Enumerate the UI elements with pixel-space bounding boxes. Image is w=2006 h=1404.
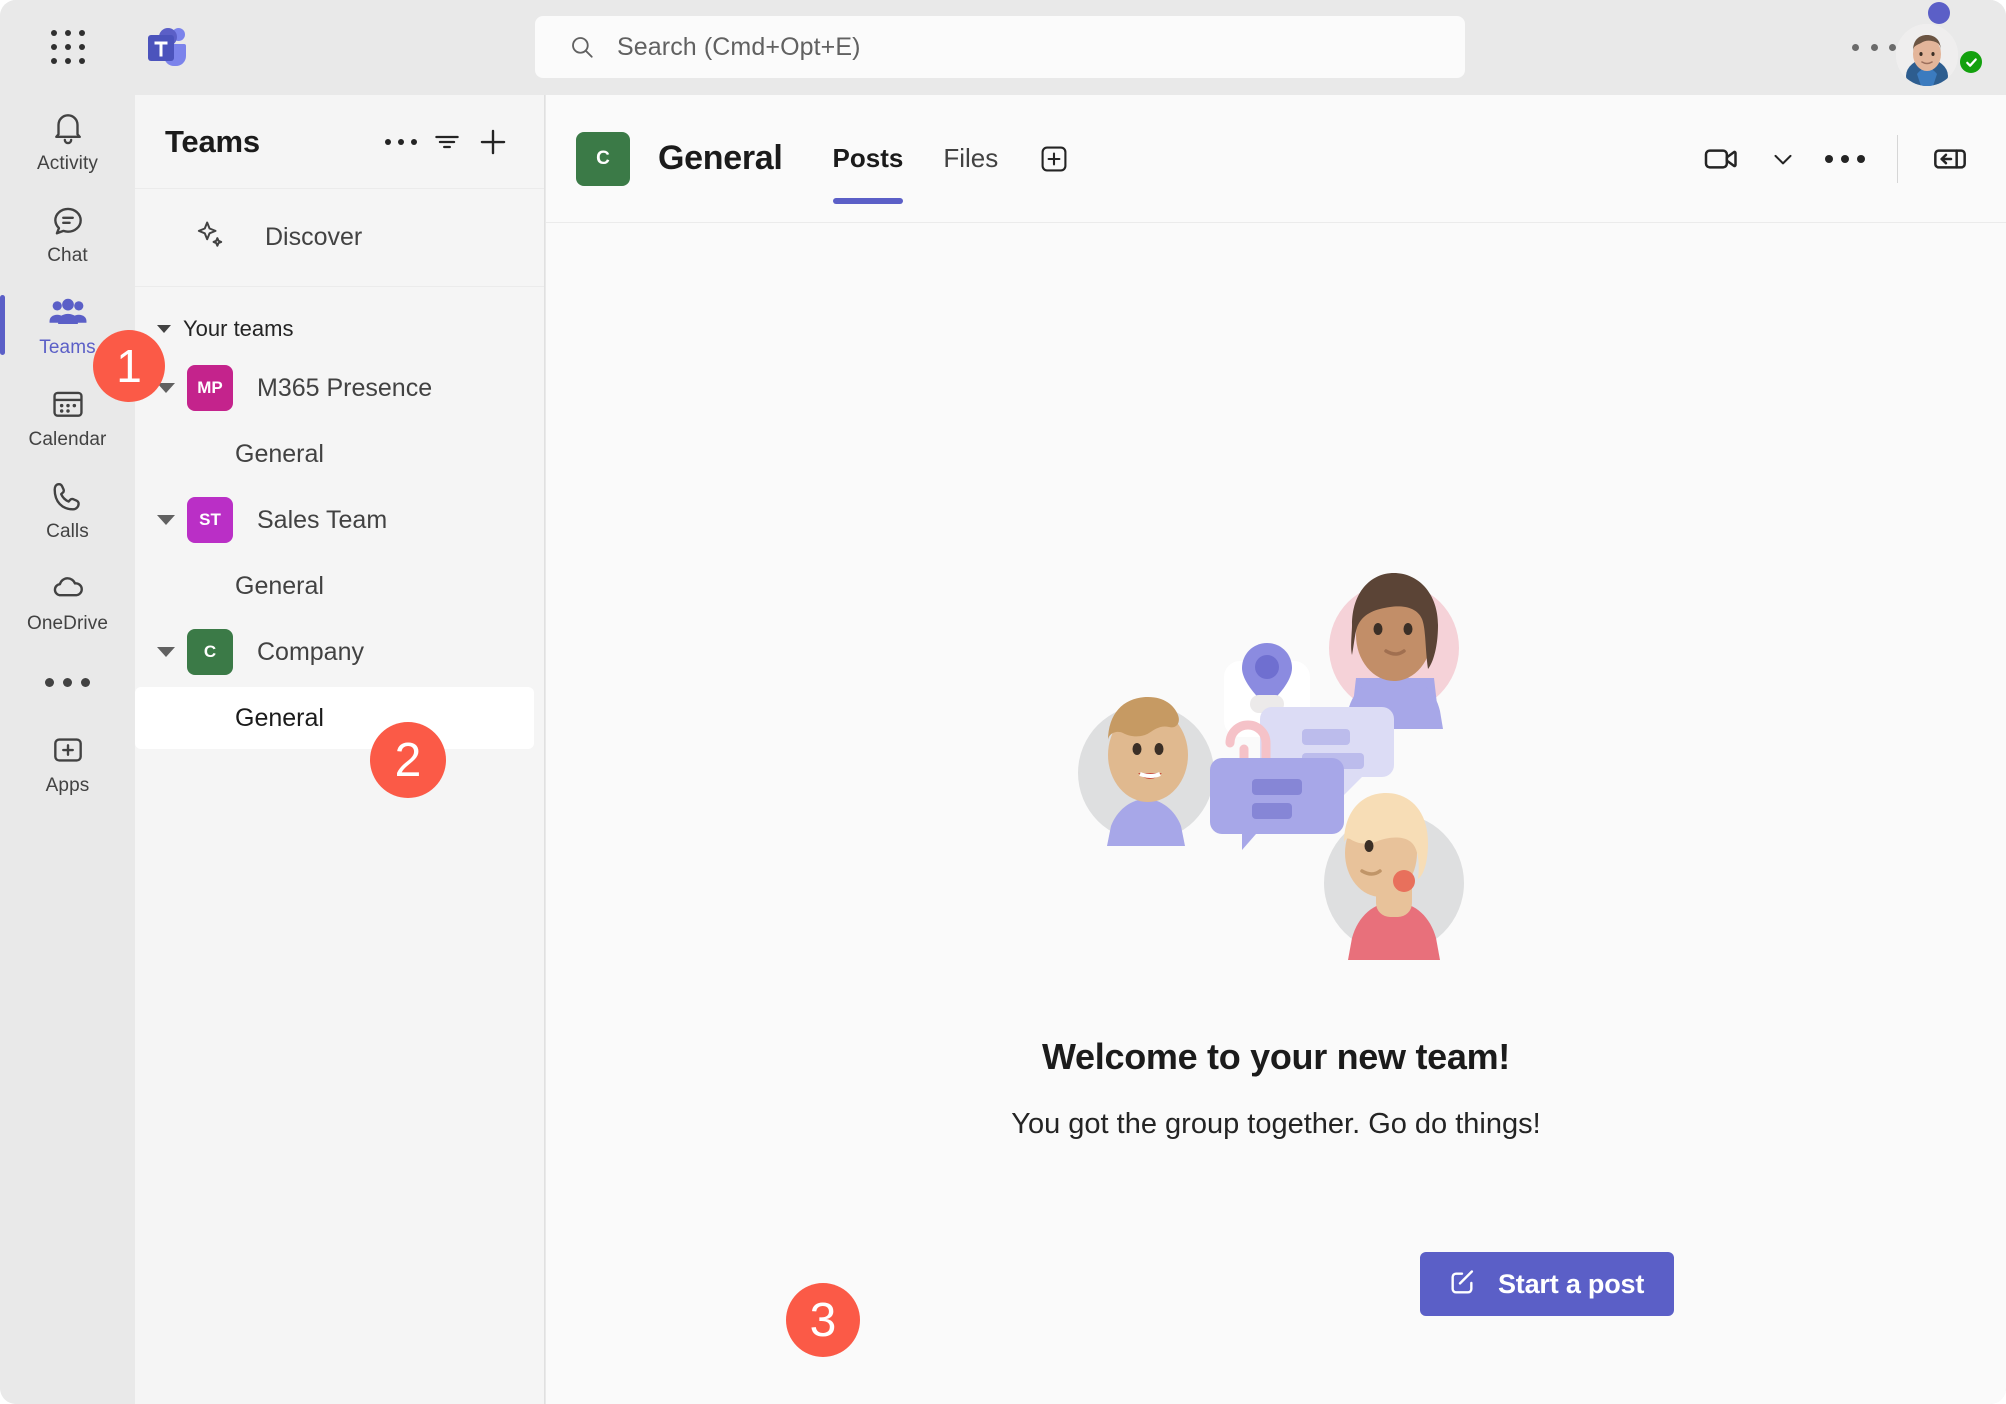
start-post-wrapper: Start a post [1420,1252,1675,1316]
page-title: Teams [165,123,260,159]
main-content: C General Posts Files Welcome to your ne… [546,95,2006,1404]
rail-item-apps[interactable]: Apps [0,717,135,809]
channel-title: General [658,139,783,177]
teams-panel-header: Teams [135,95,544,189]
channel-row[interactable]: General [135,423,534,485]
divider [1897,134,1898,183]
chevron-down-icon[interactable] [157,647,175,657]
sparkle-icon [193,218,227,257]
calendar-icon [49,384,87,424]
rail-item-calendar[interactable]: Calendar [0,371,135,463]
search-bar[interactable]: Search (Cmd+Opt+E) [535,16,1465,78]
team-avatar: C [576,131,630,186]
chevron-down-icon[interactable] [157,383,175,393]
channel-name: General [235,571,324,600]
rail-label-calls: Calls [46,520,89,542]
teams-window: Search (Cmd+Opt+E) Activity Chat Teams C… [0,0,2006,1404]
channel-more-button[interactable] [1817,131,1873,187]
team-avatar: ST [187,497,233,543]
team-row[interactable]: MP M365 Presence [135,357,544,419]
rail-item-teams[interactable]: Teams [0,279,135,371]
chevron-down-icon [157,325,171,333]
welcome-panel: Welcome to your new team! You got the gr… [546,223,2006,1404]
team-name: M365 Presence [257,373,433,402]
team-name: Company [257,637,364,666]
filter-icon[interactable] [424,119,470,165]
channel-general-company[interactable]: General [135,687,534,749]
chevron-down-icon[interactable] [157,515,175,525]
presence-available-icon [1958,49,1984,75]
rail-label-onedrive: OneDrive [26,612,109,634]
people-icon [48,292,88,332]
tab-files[interactable]: Files [923,95,1018,222]
phone-icon [49,476,87,516]
rail-label-chat: Chat [47,244,88,266]
expand-pane-icon[interactable] [1922,131,1978,187]
search-icon [572,37,593,58]
avatar[interactable] [1896,12,1984,86]
active-tab-underline [832,198,904,204]
rail-item-chat[interactable]: Chat [0,187,135,279]
bell-icon [49,108,87,148]
channel-header-actions [1693,131,1978,187]
cloud-icon [49,568,87,608]
compose-icon [1446,1265,1478,1304]
rail-item-onedrive[interactable]: OneDrive [0,555,135,647]
app-rail: Activity Chat Teams Calendar Calls OneDr… [0,95,135,1404]
tab-files-label: Files [943,143,999,173]
rail-item-calls[interactable]: Calls [0,463,135,555]
teams-panel: Teams Discover Your teams MP M365 Presen… [135,95,545,1404]
team-name: Sales Team [257,505,388,534]
active-indicator [0,295,5,355]
discover-label: Discover [265,223,363,251]
settings-more-button[interactable] [1852,34,1896,60]
teams-more-button[interactable] [378,119,424,165]
teams-logo-icon[interactable] [138,18,194,74]
avatar-image [1896,24,1958,86]
welcome-subtitle: You got the group together. Go do things… [1011,1108,1541,1140]
add-tab-button[interactable] [1036,141,1072,177]
rail-label-apps: Apps [45,774,90,796]
team-row[interactable]: C Company [135,621,544,683]
chat-icon [49,200,87,240]
add-team-button[interactable] [470,119,516,165]
rail-label-activity: Activity [37,152,98,174]
your-teams-label: Your teams [183,316,294,341]
tab-posts[interactable]: Posts [813,95,924,222]
discover-row[interactable]: Discover [135,189,544,287]
channel-row[interactable]: General [135,555,534,617]
meet-video-icon[interactable] [1693,131,1749,187]
channel-header: C General Posts Files [546,95,2006,223]
start-post-label: Start a post [1498,1268,1645,1299]
your-teams-section-header[interactable]: Your teams [135,301,544,357]
tab-posts-label: Posts [832,143,904,173]
rail-item-activity[interactable]: Activity [0,95,135,187]
rail-label-teams: Teams [39,336,96,358]
team-row[interactable]: ST Sales Team [135,489,544,551]
channel-name: General [235,703,324,732]
search-input[interactable]: Search (Cmd+Opt+E) [617,33,861,62]
team-avatar: MP [187,365,233,411]
top-bar: Search (Cmd+Opt+E) [0,0,2006,95]
team-collaboration-illustration [1056,543,1496,998]
rail-more-apps-button[interactable] [0,647,135,717]
team-avatar: C [187,629,233,675]
channel-tabs: Posts Files [813,95,1073,222]
plus-box-icon [49,730,87,770]
start-post-button[interactable]: Start a post [1420,1252,1675,1316]
welcome-title: Welcome to your new team! [1042,1036,1510,1077]
channel-name: General [235,439,324,468]
app-launcher-icon[interactable] [47,26,89,68]
meet-chevron-down-icon[interactable] [1755,131,1811,187]
rail-label-calendar: Calendar [28,428,107,450]
